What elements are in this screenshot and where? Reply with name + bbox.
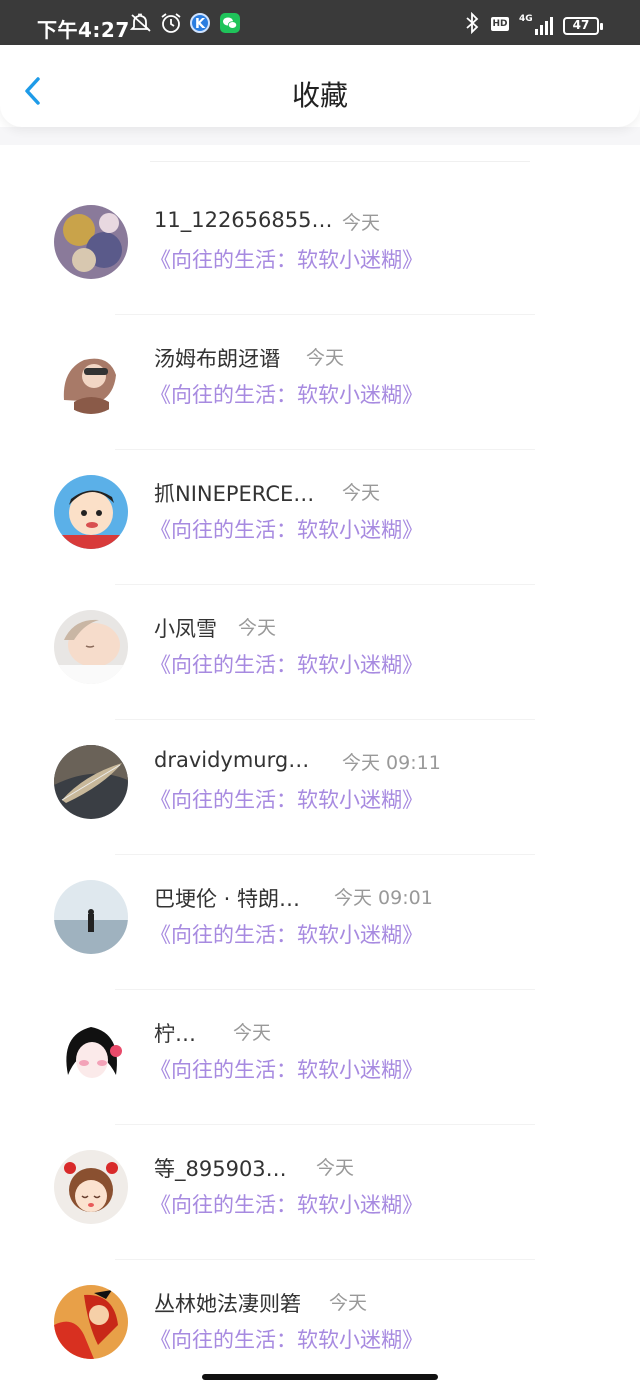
item-time: 今天: [238, 617, 277, 639]
list-item[interactable]: 柠… 今天 《向往的生活：软软小迷糊》: [0, 990, 640, 1125]
item-time: 今天 09:01: [334, 887, 433, 909]
avatar[interactable]: [54, 205, 128, 279]
item-name: 丛林她法凄则箬: [154, 1292, 301, 1316]
item-subtitle[interactable]: 《向往的生活：软软小迷糊》: [150, 244, 423, 274]
avatar[interactable]: [54, 880, 128, 954]
avatar[interactable]: [54, 475, 128, 549]
avatar[interactable]: [54, 1150, 128, 1224]
item-subtitle[interactable]: 《向往的生活：软软小迷糊》: [150, 379, 423, 409]
item-time: 今天: [306, 347, 345, 369]
item-subtitle[interactable]: 《向往的生活：软软小迷糊》: [150, 784, 423, 814]
item-time: 今天: [342, 482, 381, 504]
header-gap: [0, 127, 640, 145]
navigation-header: 收藏: [0, 45, 640, 127]
list-item[interactable]: 小凤雪 今天 《向往的生活：软软小迷糊》: [0, 585, 640, 720]
signal-icon: [535, 17, 553, 35]
list-item[interactable]: 等_895903… 今天 《向往的生活：软软小迷糊》: [0, 1125, 640, 1260]
list-item[interactable]: dravidymurg… 今天 09:11 《向往的生活：软软小迷糊》: [0, 720, 640, 855]
page-title: 收藏: [291, 79, 348, 112]
list-item[interactable]: 巴埂伦 · 特朗… 今天 09:01 《向往的生活：软软小迷糊》: [0, 855, 640, 990]
avatar[interactable]: [54, 745, 128, 819]
alarm-icon: [161, 13, 181, 33]
item-subtitle[interactable]: 《向往的生活：软软小迷糊》: [150, 1324, 423, 1354]
list-item[interactable]: 11_122656855… 今天 《向往的生活：软软小迷糊》: [0, 180, 640, 315]
item-name: 小凤雪: [154, 617, 217, 641]
item-name: 抓NINEPERCE…: [154, 482, 315, 506]
item-name: dravidymurg…: [154, 748, 310, 772]
avatar[interactable]: [54, 610, 128, 684]
home-indicator[interactable]: [202, 1374, 438, 1380]
item-subtitle[interactable]: 《向往的生活：软软小迷糊》: [150, 1189, 423, 1219]
item-name: 巴埂伦 · 特朗…: [154, 887, 301, 911]
mute-icon: [130, 13, 151, 32]
battery-level: 47: [572, 18, 590, 32]
list-item[interactable]: 丛林她法凄则箬 今天 《向往的生活：软软小迷糊》: [0, 1260, 640, 1387]
avatar[interactable]: [54, 1285, 128, 1359]
item-subtitle[interactable]: 《向往的生活：软软小迷糊》: [150, 514, 423, 544]
item-name: 11_122656855…: [154, 208, 333, 232]
status-time: 下午4:27: [37, 18, 130, 42]
item-subtitle[interactable]: 《向往的生活：软软小迷糊》: [150, 919, 423, 949]
item-name: 柠…: [154, 1022, 196, 1046]
item-time: 今天: [316, 1157, 355, 1179]
list-item[interactable]: 抓NINEPERCE… 今天 《向往的生活：软软小迷糊》: [0, 450, 640, 585]
item-subtitle[interactable]: 《向往的生活：软软小迷糊》: [150, 649, 423, 679]
k-app-icon: K: [190, 13, 210, 33]
item-subtitle[interactable]: 《向往的生活：软软小迷糊》: [150, 1054, 423, 1084]
item-time: 今天: [233, 1022, 272, 1044]
avatar[interactable]: [54, 1015, 128, 1089]
list-divider: [150, 161, 530, 162]
avatar[interactable]: [54, 340, 128, 414]
battery-icon: 47: [563, 17, 603, 35]
item-time: 今天: [329, 1292, 368, 1314]
list-item[interactable]: 汤姆布朗迓谮 今天 《向往的生活：软软小迷糊》: [0, 315, 640, 450]
item-time: 今天 09:11: [342, 752, 441, 774]
item-time: 今天: [342, 212, 381, 234]
hd-icon: HD: [491, 17, 509, 31]
wechat-icon: [220, 13, 240, 33]
item-name: 汤姆布朗迓谮: [154, 347, 280, 371]
bluetooth-icon: [466, 12, 479, 34]
item-name: 等_895903…: [154, 1157, 287, 1181]
status-bar: 下午4:27 K HD 4G 47: [0, 0, 640, 45]
